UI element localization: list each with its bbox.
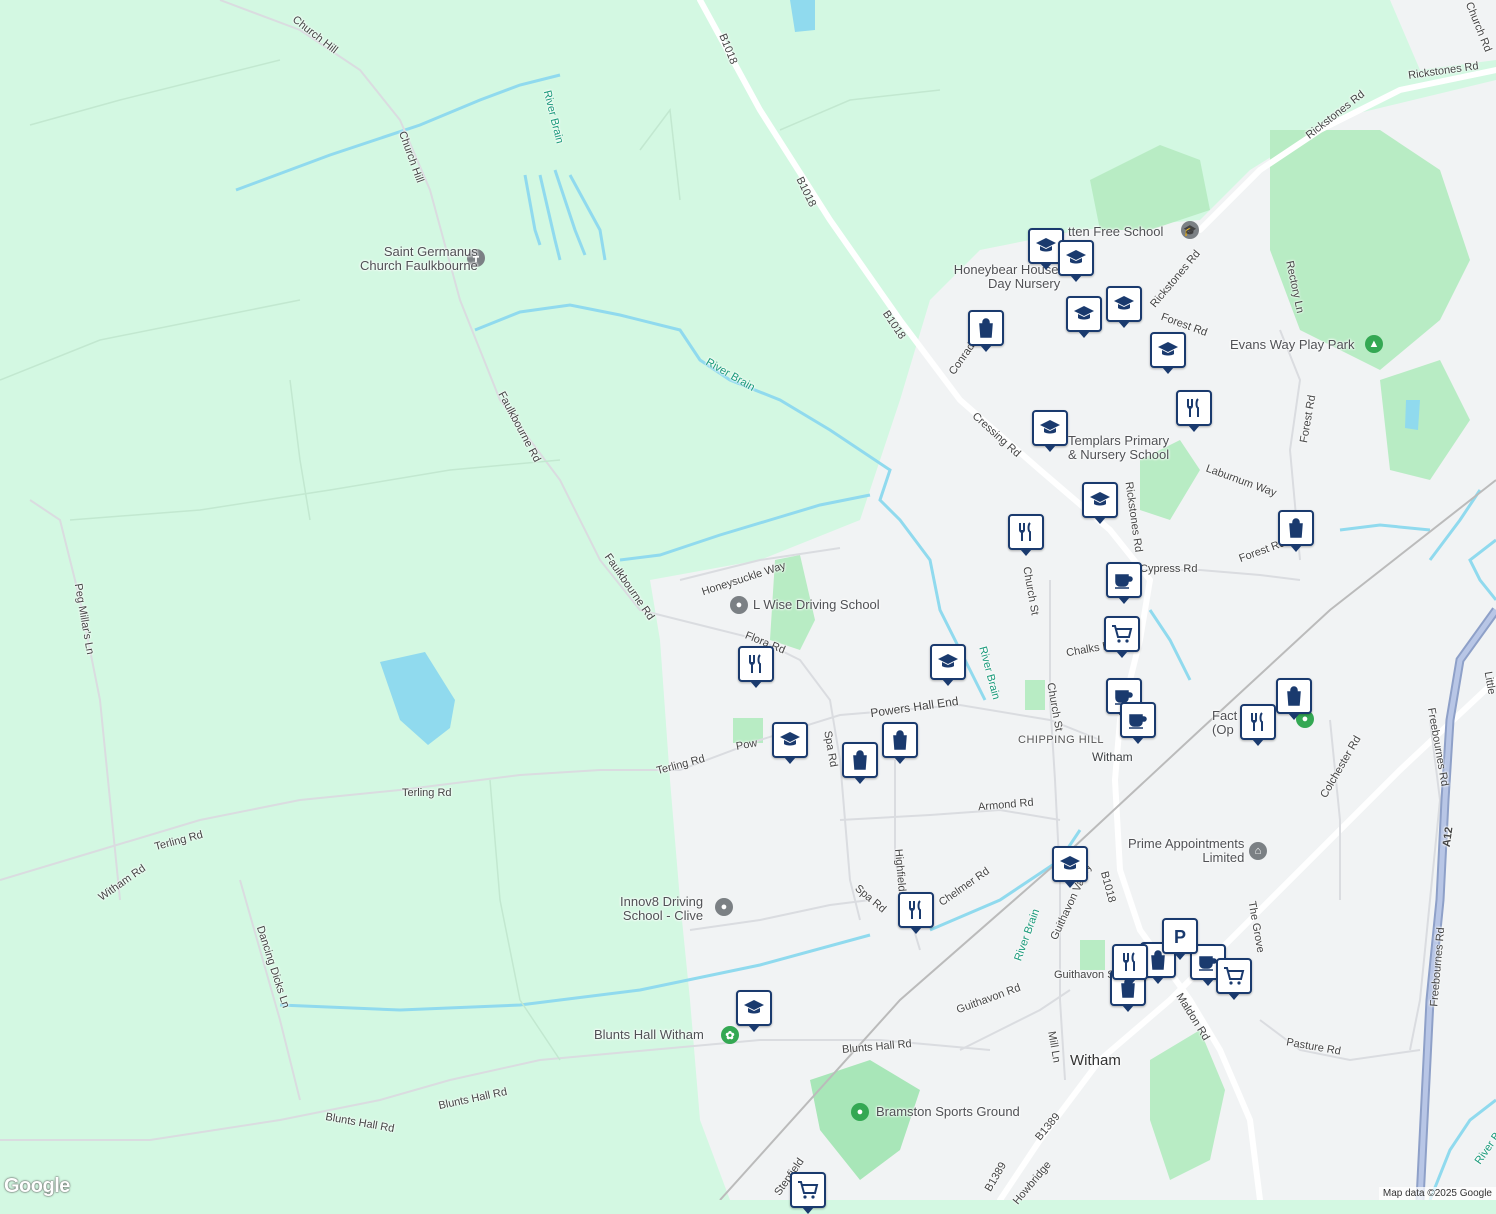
shopping-cart-icon: [1224, 967, 1245, 985]
place-prime-appointments[interactable]: Prime Appointments Limited: [1128, 837, 1244, 865]
garden-icon[interactable]: ✿: [721, 1026, 739, 1044]
school-marker[interactable]: [1066, 296, 1102, 338]
grocery-marker[interactable]: [790, 1172, 826, 1214]
restaurant-marker[interactable]: [1176, 390, 1212, 432]
school-marker[interactable]: [1106, 286, 1142, 328]
place-name-line1: Prime Appointments: [1128, 836, 1245, 851]
restaurant-icon: [749, 654, 761, 673]
school-icon: [744, 1000, 764, 1014]
shopping-bag-icon: [1289, 518, 1303, 538]
shopping-bag-icon: [1287, 686, 1301, 706]
shopping-bag-icon: [979, 318, 993, 338]
place-factory[interactable]: Fact (Op: [1212, 709, 1237, 737]
place-l-wise[interactable]: L Wise Driving School: [753, 598, 880, 612]
driving-school-icon[interactable]: ●: [715, 898, 733, 916]
shop-marker[interactable]: [1276, 678, 1312, 720]
sports-ground-icon[interactable]: ●: [851, 1103, 869, 1121]
school-icon: [1036, 238, 1056, 252]
school-marker[interactable]: [772, 722, 808, 764]
place-name-line2: (Op: [1212, 722, 1234, 737]
school-icon: [1060, 856, 1080, 870]
road-label: Terling Rd: [402, 787, 452, 799]
school-icon: [1090, 492, 1110, 506]
road-label: Cypress Rd: [1140, 563, 1198, 575]
lake: [1405, 400, 1420, 430]
cafe-marker[interactable]: [1120, 702, 1156, 744]
place-name-line2: Day Nursery: [988, 276, 1061, 291]
park-icon[interactable]: ▲: [1365, 335, 1383, 353]
google-logo: Google: [4, 1175, 70, 1197]
parking-icon: P: [1174, 927, 1186, 947]
school-icon: [1114, 296, 1134, 310]
place-blunts-hall[interactable]: Blunts Hall Witham: [594, 1028, 704, 1042]
shop-marker[interactable]: [1278, 510, 1314, 552]
place-saint-germanus[interactable]: Saint Germanus Church Faulkbourne: [360, 245, 478, 273]
place-name-line1: Templars Primary: [1068, 433, 1170, 448]
parking-marker[interactable]: P: [1162, 918, 1198, 960]
svg-text:P: P: [1174, 927, 1186, 947]
place-innov8[interactable]: Innov8 Driving School - Clive: [620, 895, 703, 923]
place-name-line1: Innov8 Driving: [620, 894, 704, 909]
cafe-icon: [1115, 574, 1133, 589]
restaurant-marker[interactable]: [898, 892, 934, 934]
school-marker[interactable]: [930, 644, 966, 686]
school-icon: [1074, 306, 1094, 320]
shopping-bag-icon: [893, 730, 907, 750]
restaurant-icon: [1123, 952, 1135, 971]
road-label: Guithavon St: [1054, 969, 1118, 981]
school-icon: [1066, 250, 1086, 264]
school-marker[interactable]: [1150, 332, 1186, 374]
shop-marker[interactable]: [882, 722, 918, 764]
place-name-line2: & Nursery School: [1068, 447, 1170, 462]
shop-marker[interactable]: [842, 742, 878, 784]
school-marker[interactable]: [1082, 482, 1118, 524]
grocery-marker[interactable]: [1216, 958, 1252, 1000]
restaurant-marker[interactable]: [1240, 704, 1276, 746]
station-witham: Witham: [1092, 750, 1133, 764]
school-icon: [1040, 420, 1060, 434]
driving-school-icon[interactable]: ●: [730, 596, 748, 614]
map-attribution[interactable]: Map data ©2025 Google: [1378, 1187, 1496, 1200]
shopping-cart-icon: [798, 1181, 819, 1199]
place-name-line1: Saint Germanus: [383, 244, 478, 259]
shop-marker[interactable]: [968, 310, 1004, 352]
school-marker[interactable]: [1052, 846, 1088, 888]
grocery-marker[interactable]: [1104, 616, 1140, 658]
park: [1080, 940, 1105, 970]
place-free-school[interactable]: tten Free School: [1068, 225, 1163, 239]
place-evans-way[interactable]: Evans Way Play Park: [1230, 338, 1355, 352]
restaurant-marker[interactable]: [1112, 944, 1148, 986]
place-bramston[interactable]: Bramston Sports Ground: [876, 1105, 1020, 1119]
place-name-line1: Fact: [1212, 708, 1238, 723]
restaurant-icon: [1187, 398, 1199, 417]
restaurant-icon: [1251, 712, 1263, 731]
cafe-marker[interactable]: [1106, 562, 1142, 604]
restaurant-marker[interactable]: [1008, 514, 1044, 556]
town-witham: Witham: [1070, 1052, 1121, 1069]
restaurant-icon: [909, 900, 921, 919]
bank-icon[interactable]: ⌂: [1249, 842, 1267, 860]
park: [1025, 680, 1045, 710]
place-templars[interactable]: Templars Primary & Nursery School: [1068, 434, 1169, 462]
place-name-line2: Church Faulkbourne: [360, 258, 478, 273]
school-marker[interactable]: [1032, 410, 1068, 452]
place-name-line2: Limited: [1202, 850, 1245, 865]
school-marker[interactable]: [1058, 240, 1094, 282]
school-icon: [938, 654, 958, 668]
school-marker[interactable]: [736, 990, 772, 1032]
school-icon: [1158, 342, 1178, 356]
cafe-icon: [1129, 714, 1147, 729]
school-icon: [780, 732, 800, 746]
place-name-line2: School - Clive: [622, 908, 704, 923]
shopping-cart-icon: [1112, 625, 1133, 643]
school-poi-icon[interactable]: 🎓: [1181, 221, 1199, 239]
restaurant-marker[interactable]: [738, 646, 774, 688]
shopping-bag-icon: [853, 750, 867, 770]
restaurant-icon: [1019, 522, 1031, 541]
district-chipping-hill: CHIPPING HILL: [1018, 734, 1104, 746]
road-label: A12: [1440, 826, 1456, 848]
